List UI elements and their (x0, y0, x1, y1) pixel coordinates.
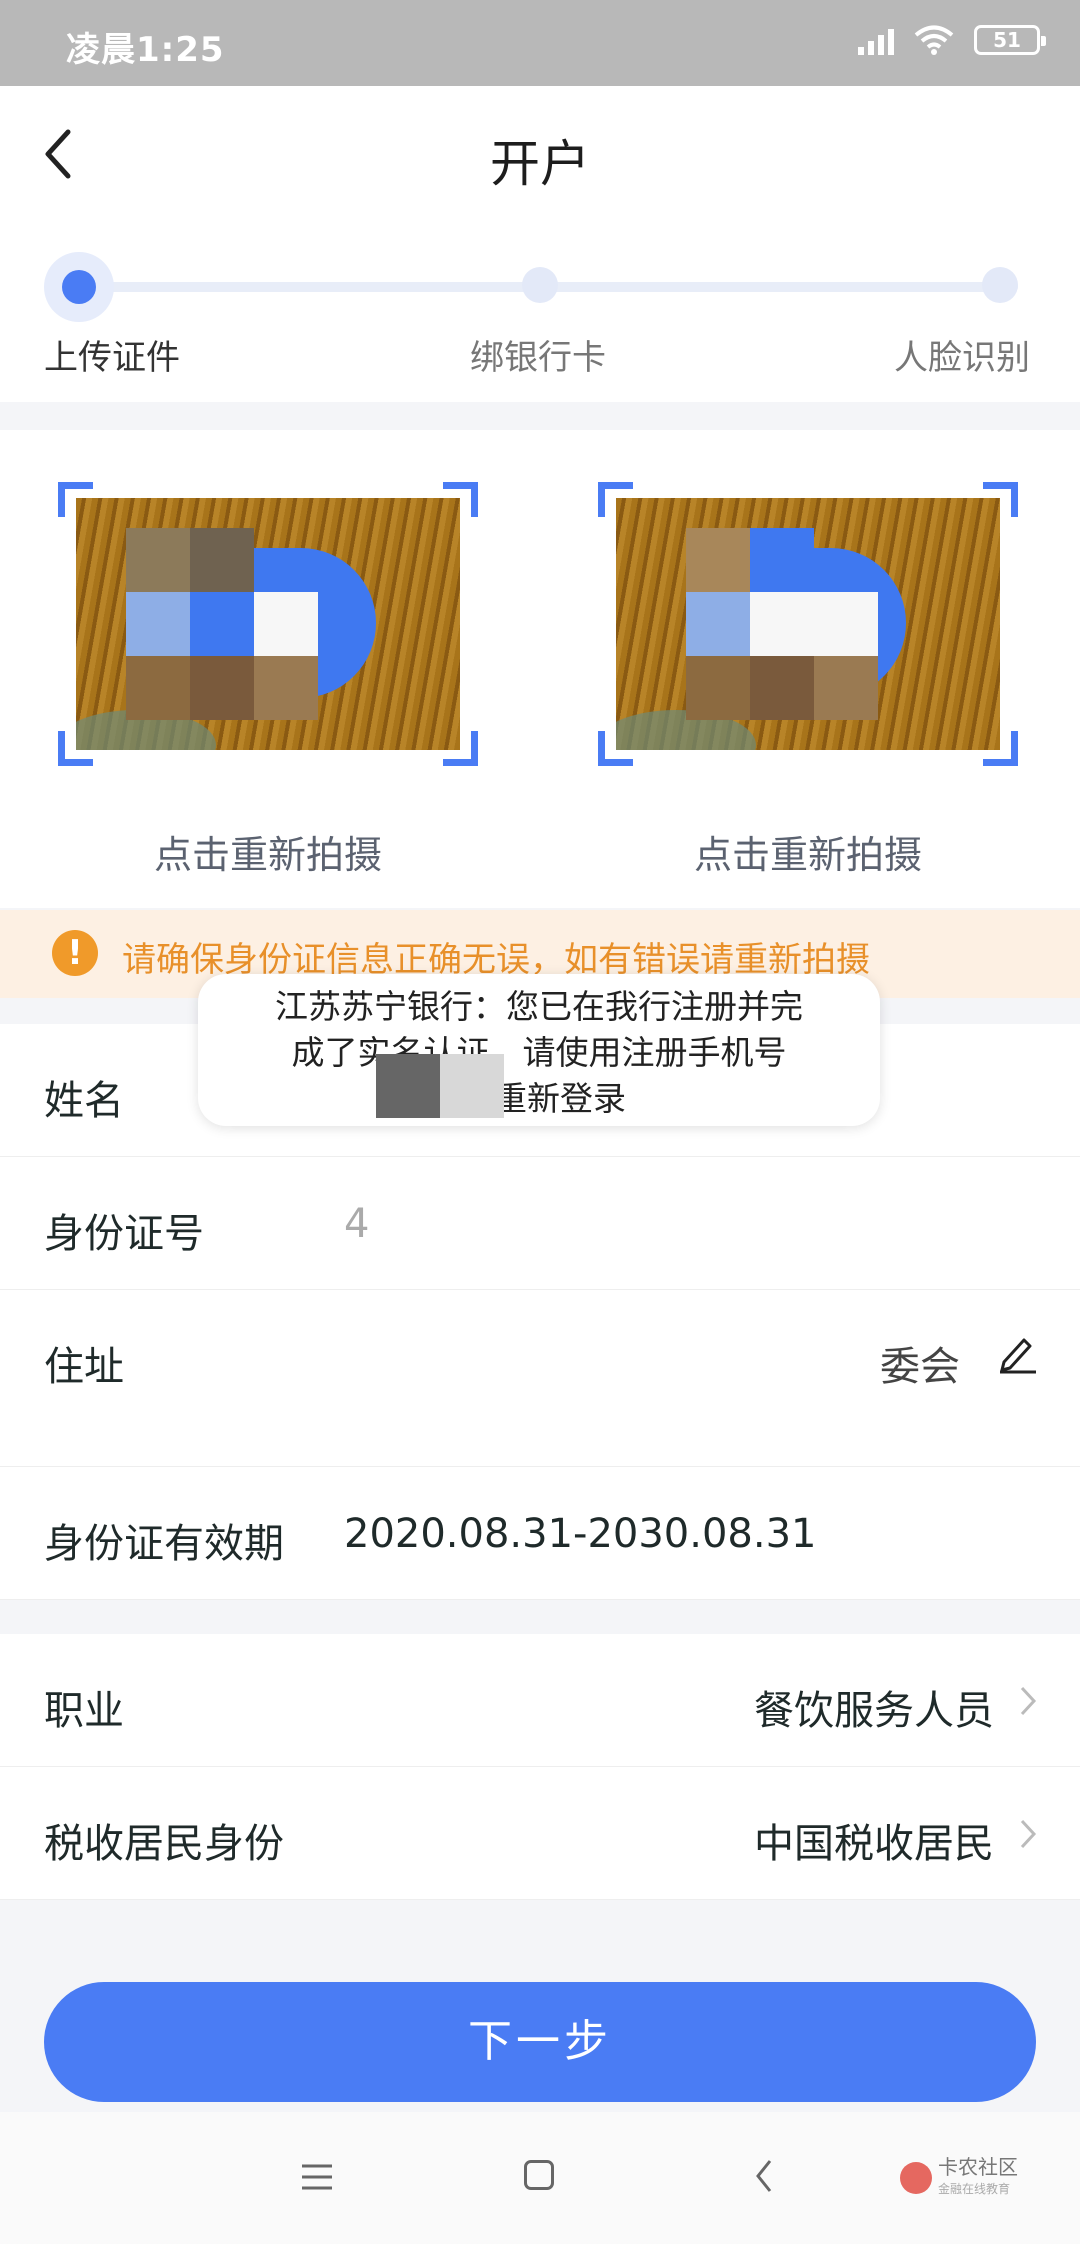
status-icons: 51 (858, 24, 1046, 56)
redaction-mask (440, 1054, 504, 1118)
id-photo-section: 点击重新拍摄 点击重新拍摄 (0, 430, 1080, 908)
id-back-photo[interactable] (598, 482, 1018, 766)
edit-pencil-icon[interactable] (996, 1330, 1040, 1374)
id-front-image (76, 498, 460, 750)
nav-header: 开户 (0, 86, 1080, 223)
validity-label: 身份证有效期 (44, 1521, 284, 1567)
system-nav-bar: 卡农社区 金融在线教育 (0, 2112, 1080, 2244)
exclamation-icon: ! (52, 930, 98, 976)
battery-icon: 51 (974, 25, 1046, 55)
step-dot-bind-card (522, 267, 558, 303)
watermark-sub: 金融在线教育 (938, 2182, 1011, 2196)
tax-residency-value: 中国税收居民 (754, 1821, 994, 1867)
nav-back-icon[interactable] (754, 2158, 774, 2194)
retake-back-button[interactable]: 点击重新拍摄 (598, 824, 1018, 879)
name-label: 姓名 (44, 1078, 124, 1124)
id-front-photo[interactable] (58, 482, 478, 766)
home-icon[interactable] (524, 2160, 554, 2190)
chevron-right-icon (1020, 1819, 1037, 1849)
toast-line-1: 江苏苏宁银行：您已在我行注册并完 (275, 987, 803, 1026)
wifi-icon (914, 25, 954, 55)
address-row: 住址 委会 (0, 1290, 1080, 1467)
status-bar: 凌晨1:25 51 (0, 0, 1080, 86)
watermark-name: 卡农社区 (938, 2155, 1018, 2179)
signal-icon (858, 25, 894, 55)
redaction-mask (376, 1054, 440, 1118)
extra-info-form: 职业 餐饮服务人员 税收居民身份 中国税收居民 (0, 1634, 1080, 1900)
tax-residency-row[interactable]: 税收居民身份 中国税收居民 (0, 1767, 1080, 1900)
address-label: 住址 (44, 1344, 124, 1390)
watermark-logo (900, 2162, 932, 2194)
chevron-right-icon (1020, 1686, 1037, 1716)
step-label-upload: 上传证件 (44, 338, 180, 378)
menu-icon[interactable] (300, 2162, 334, 2192)
id-number-row: 身份证号 4 (0, 1157, 1080, 1290)
id-number-value: 4 (344, 1201, 370, 1247)
step-label-face: 人脸识别 (894, 338, 1030, 378)
occupation-label: 职业 (44, 1688, 124, 1734)
occupation-value: 餐饮服务人员 (754, 1688, 994, 1734)
progress-steps: 上传证件 绑银行卡 人脸识别 (0, 222, 1080, 402)
retake-front-button[interactable]: 点击重新拍摄 (58, 824, 478, 879)
toast-message: 江苏苏宁银行：您已在我行注册并完 成了实名认证，请使用注册手机号 54重新登录 (198, 974, 880, 1126)
toast-line-3: 54重新登录 (452, 1079, 626, 1118)
next-step-button[interactable]: 下一步 (44, 1982, 1036, 2102)
step-dot-face (982, 267, 1018, 303)
validity-value: 2020.08.31-2030.08.31 (344, 1511, 817, 1557)
status-time: 凌晨1:25 (66, 30, 225, 70)
step-dot-upload (44, 252, 114, 322)
tax-residency-label: 税收居民身份 (44, 1821, 284, 1867)
id-number-label: 身份证号 (44, 1211, 204, 1257)
page-title: 开户 (490, 135, 590, 193)
validity-row: 身份证有效期 2020.08.31-2030.08.31 (0, 1467, 1080, 1600)
step-label-bind-card: 绑银行卡 (470, 338, 606, 378)
address-value: 委会 (880, 1344, 960, 1390)
occupation-row[interactable]: 职业 餐饮服务人员 (0, 1634, 1080, 1767)
id-back-image (616, 498, 1000, 750)
watermark: 卡农社区 金融在线教育 (900, 2156, 1018, 2200)
toast-line-2: 成了实名认证，请使用注册手机号 (291, 1033, 787, 1072)
